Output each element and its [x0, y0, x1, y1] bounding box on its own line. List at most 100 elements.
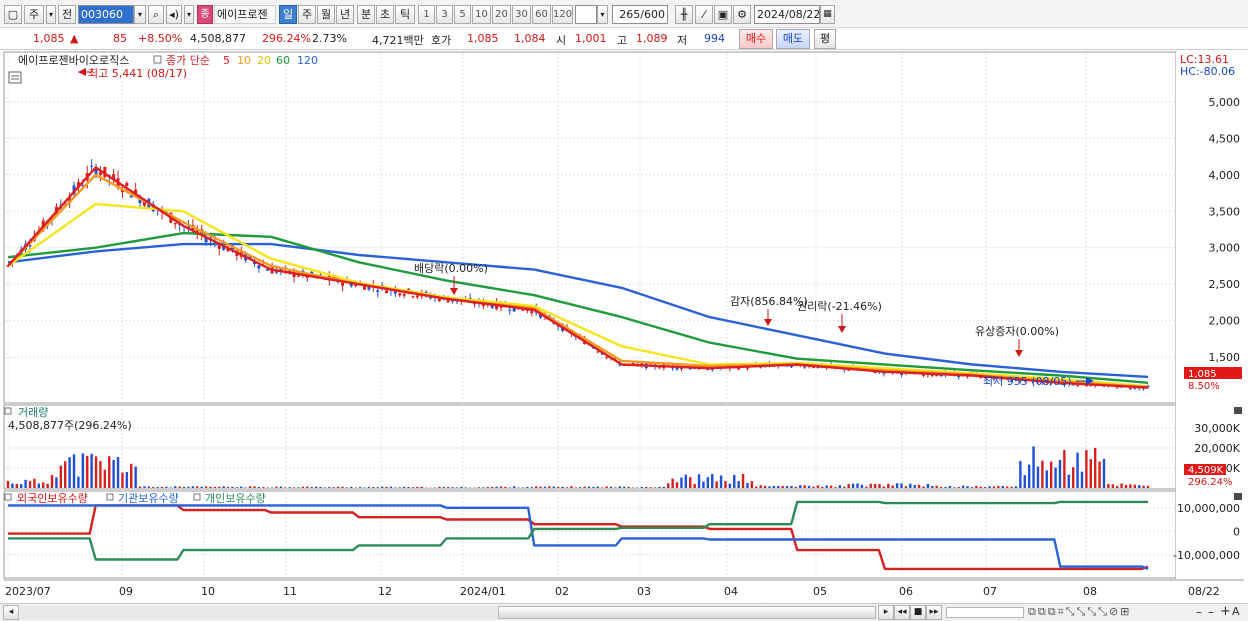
chart-window-icon[interactable]: ▢ [4, 5, 22, 24]
volume-bar [838, 485, 842, 488]
volume-bar [816, 485, 820, 488]
interval-60[interactable]: 60 [532, 5, 551, 24]
interval-20[interactable]: 20 [492, 5, 511, 24]
volume-bar [1098, 461, 1101, 488]
candle-body [257, 265, 261, 269]
volume-bar [398, 487, 401, 488]
x-axis-label: 07 [983, 585, 997, 598]
volume-bar [781, 485, 784, 488]
volume-bar [81, 453, 85, 488]
buy-button[interactable]: 매수 [739, 29, 773, 49]
zoom-in-icon[interactable]: + [1220, 604, 1231, 619]
volume-tick-label: 30,000K [1194, 422, 1240, 435]
volume-bar [548, 486, 551, 488]
period-tab-day[interactable]: 일 [279, 5, 297, 24]
volume-bar [257, 486, 261, 488]
volume-tick-label: 20,000K [1194, 442, 1240, 455]
stock-code-input[interactable]: 003060 [78, 5, 134, 24]
legend-box-icon [193, 493, 201, 501]
volume-bar [979, 486, 982, 488]
low-note: 최저 955 (08/05) [983, 375, 1072, 388]
stop-icon[interactable]: ■ [910, 605, 926, 620]
chart-area[interactable]: 5,000 4,500 4,000 3,500 3,000 2,500 2,000 1,500… [0, 50, 1248, 603]
interval-1[interactable]: 1 [418, 5, 435, 24]
title-box-icon[interactable] [153, 55, 162, 64]
scroll-right-icon[interactable]: ▸ [878, 605, 894, 620]
volume-box-icon[interactable] [4, 407, 12, 415]
period-tab-minute[interactable]: 분 [357, 5, 375, 24]
scroll-track[interactable] [20, 606, 498, 619]
zoom-minus-icon[interactable]: – [1208, 605, 1214, 619]
volume-bar [561, 486, 564, 488]
interval-10[interactable]: 10 [472, 5, 491, 24]
candle-body [1084, 385, 1088, 387]
bar-count-input[interactable]: 265/600 [612, 5, 668, 24]
gear-icon[interactable]: ⚙ [733, 5, 751, 24]
period-tab-week[interactable]: 주 [298, 5, 316, 24]
period-tab-month[interactable]: 월 [317, 5, 335, 24]
date-input[interactable]: 2024/08/22 [754, 5, 820, 24]
volume-bar [680, 477, 683, 488]
speed-slider[interactable] [946, 607, 1024, 618]
holder-pane-close-icon[interactable] [1234, 493, 1242, 500]
volume-bar [768, 486, 771, 488]
candle-type-icon[interactable]: ╫ [675, 5, 693, 24]
legend-institution: 기관보유수량 [118, 492, 179, 505]
volume-bar [310, 487, 313, 488]
draw-tool-icon[interactable]: ⁄ [695, 5, 713, 24]
volume-bar [385, 486, 388, 488]
mode-prev-button[interactable]: 전 [58, 5, 76, 24]
volume-bar [539, 486, 542, 488]
speaker-icon[interactable]: ◂) [166, 5, 182, 24]
mode-main-button[interactable]: 주 [24, 5, 44, 24]
auto-scale-icon[interactable]: A [1232, 605, 1240, 618]
sell-button[interactable]: 매도 [776, 29, 810, 49]
volume-bar [209, 486, 212, 488]
period-tab-second[interactable]: 초 [376, 5, 394, 24]
calendar-icon[interactable]: ▦ [820, 5, 835, 24]
volume-bar [508, 487, 511, 488]
chart-tools-icons[interactable]: ⧉⧉⧉⌗⤡⤡⤡⤡⊘⊞ [1028, 605, 1131, 619]
stock-type-icon: 종 [197, 5, 213, 24]
volume-bar [785, 486, 789, 488]
interval-30[interactable]: 30 [512, 5, 531, 24]
volume-bar [94, 456, 98, 488]
volume-bar [306, 486, 309, 488]
period-tab-year[interactable]: 년 [336, 5, 354, 24]
save-icon[interactable]: ▣ [714, 5, 732, 24]
candle-body [411, 296, 415, 298]
volume-bar [284, 487, 287, 488]
volume-note: 4,508,877주(296.24%) [8, 419, 132, 432]
scroll-thumb[interactable] [498, 606, 876, 619]
volume-bar [882, 486, 886, 488]
volume-bar [1045, 470, 1048, 488]
volume-bar [873, 483, 877, 488]
speaker-dropdown-icon[interactable]: ▾ [184, 5, 194, 24]
interval-120[interactable]: 120 [552, 5, 573, 24]
volume-bar [741, 474, 745, 488]
current-price: 1,085 [33, 32, 65, 45]
custom-interval-dropdown-icon[interactable]: ▾ [597, 5, 608, 24]
interval-3[interactable]: 3 [436, 5, 453, 24]
scroll-left-icon[interactable]: ◂ [3, 605, 19, 620]
volume-bar [878, 484, 881, 488]
search-icon[interactable]: ⌕ [148, 5, 164, 24]
holder-box-icon[interactable] [4, 493, 12, 501]
event-rights-issue: 유상증자(0.00%) [975, 325, 1059, 338]
forward-icon[interactable]: ▸▸ [926, 605, 942, 620]
interval-5[interactable]: 5 [454, 5, 471, 24]
volume-pane-close-icon[interactable] [1234, 407, 1242, 414]
zoom-out-icon[interactable]: – [1196, 605, 1202, 619]
eval-button[interactable]: 평 [814, 29, 836, 49]
volume-bar [684, 474, 688, 488]
table-toggle-icon[interactable] [8, 71, 22, 84]
volume-bar [579, 487, 582, 488]
volume-bar [970, 487, 974, 488]
mode-dropdown-icon[interactable]: ▾ [46, 5, 56, 24]
volume-bar [790, 485, 793, 488]
period-tab-tick[interactable]: 틱 [395, 5, 415, 24]
stock-code-dropdown-icon[interactable]: ▾ [134, 5, 146, 24]
volume-bar [1001, 485, 1004, 488]
rewind-icon[interactable]: ◂◂ [894, 605, 910, 620]
custom-interval-input[interactable] [575, 5, 597, 24]
